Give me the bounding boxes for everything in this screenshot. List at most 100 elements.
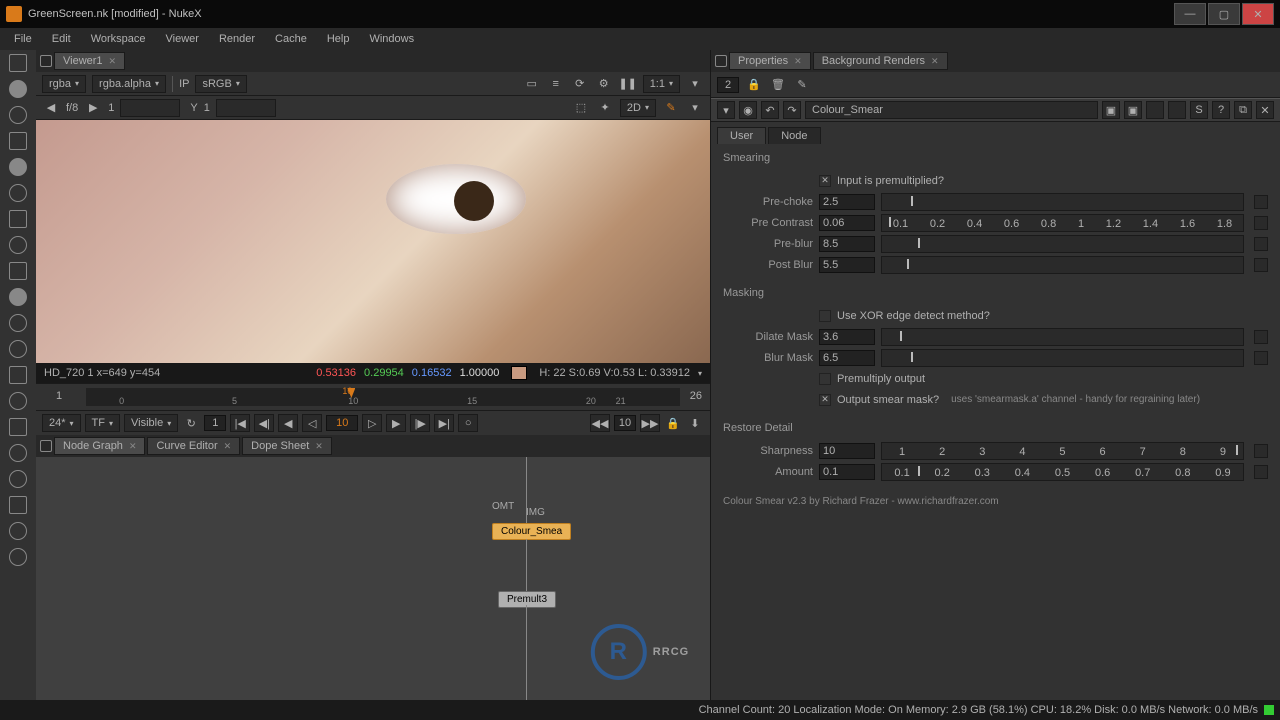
preblur-slider[interactable] [881, 235, 1244, 253]
preblur-value[interactable]: 8.5 [819, 236, 875, 252]
tool-icon[interactable] [9, 106, 27, 124]
tool-icon[interactable] [9, 444, 27, 462]
skip-back-button[interactable]: ◀◀ [590, 414, 610, 432]
channel-dropdown-1[interactable]: rgba▾ [42, 75, 86, 93]
sync-icon[interactable]: ↻ [182, 414, 200, 432]
outsmear-checkbox[interactable]: ✕ [819, 394, 831, 406]
curve-icon[interactable] [1254, 351, 1268, 365]
menu-edit[interactable]: Edit [42, 31, 81, 47]
pencil-icon[interactable]: ✎ [793, 76, 811, 94]
gain-slider[interactable] [120, 99, 180, 117]
inframe-field[interactable]: 1 [204, 415, 226, 431]
tab-node[interactable]: Node [768, 127, 820, 144]
tool-icon[interactable] [9, 80, 27, 98]
chevron-down-icon[interactable]: ▾ [686, 99, 704, 117]
tab-close-icon[interactable]: ✕ [794, 56, 802, 67]
tool-icon[interactable] [9, 392, 27, 410]
close-button[interactable]: ✕ [1242, 3, 1274, 25]
panel-menu-icon[interactable] [715, 55, 727, 67]
curve-icon[interactable] [1254, 258, 1268, 272]
center-icon[interactable]: ◉ [739, 101, 757, 119]
panel-icon[interactable]: ▣ [1102, 101, 1120, 119]
tab-properties[interactable]: Properties ✕ [729, 52, 811, 70]
node-colour-smear[interactable]: Colour_Smea [492, 523, 571, 540]
sharp-slider[interactable]: 123456789 [881, 442, 1244, 460]
postblur-value[interactable]: 5.5 [819, 257, 875, 273]
menu-workspace[interactable]: Workspace [81, 31, 156, 47]
timeline[interactable]: 1 0 5 10 15 20 21 10 26 [36, 383, 710, 411]
tf-dropdown[interactable]: TF▾ [85, 414, 120, 432]
viewer-icon[interactable]: ≡ [547, 75, 565, 93]
tab-node-graph[interactable]: Node Graph ✕ [54, 437, 145, 455]
tool-icon[interactable] [9, 314, 27, 332]
minimize-button[interactable]: — [1174, 3, 1206, 25]
help-icon[interactable]: ? [1212, 101, 1230, 119]
refresh-icon[interactable]: ⟳ [571, 75, 589, 93]
pause-icon[interactable]: ❚❚ [619, 75, 637, 93]
lock-icon[interactable]: 🔒 [745, 76, 763, 94]
menu-render[interactable]: Render [209, 31, 265, 47]
panel-menu-icon[interactable] [40, 55, 52, 67]
gear-icon[interactable]: ⚙ [595, 75, 613, 93]
tool-icon[interactable] [9, 418, 27, 436]
node-premult[interactable]: Premult3 [498, 591, 556, 608]
snapshot-icon[interactable]: S [1190, 101, 1208, 119]
tool-icon[interactable] [9, 236, 27, 254]
tool-icon[interactable] [9, 496, 27, 514]
step-back-button[interactable]: ◀| [254, 414, 274, 432]
step-field[interactable]: 10 [614, 415, 636, 431]
blurmask-slider[interactable] [881, 349, 1244, 367]
frame-fwd-button[interactable]: ▷ [362, 414, 382, 432]
lock-icon[interactable]: 🔒 [664, 414, 682, 432]
tool-icon[interactable] [9, 262, 27, 280]
viewer-tool-icon[interactable]: ✦ [596, 99, 614, 117]
tab-close-icon[interactable]: ✕ [315, 441, 323, 452]
tool-icon[interactable] [9, 54, 27, 72]
tool-icon[interactable] [9, 470, 27, 488]
tab-dope-sheet[interactable]: Dope Sheet ✕ [242, 437, 332, 455]
close-icon[interactable]: ✕ [1256, 101, 1274, 119]
menu-help[interactable]: Help [317, 31, 360, 47]
maximize-button[interactable]: ▢ [1208, 3, 1240, 25]
panel-icon[interactable] [1168, 101, 1186, 119]
loop-button[interactable]: ○ [458, 414, 478, 432]
menu-windows[interactable]: Windows [359, 31, 424, 47]
viewer-image[interactable] [36, 120, 710, 363]
amount-value[interactable]: 0.1 [819, 464, 875, 480]
redo-icon[interactable]: ↷ [783, 101, 801, 119]
mode-dropdown[interactable]: 2D▾ [620, 99, 656, 117]
gamma-slider[interactable] [216, 99, 276, 117]
tab-close-icon[interactable]: ✕ [109, 56, 117, 67]
panel-menu-icon[interactable] [40, 440, 52, 452]
curve-icon[interactable] [1254, 216, 1268, 230]
dilate-slider[interactable] [881, 328, 1244, 346]
play-back-button[interactable]: ◀ [278, 414, 298, 432]
dilate-value[interactable]: 3.6 [819, 329, 875, 345]
chevron-down-icon[interactable]: ▾ [686, 75, 704, 93]
step-fwd-button[interactable]: |▶ [410, 414, 430, 432]
node-name-field[interactable]: Colour_Smear [805, 101, 1098, 119]
tab-bg-renders[interactable]: Background Renders ✕ [813, 52, 948, 70]
curve-icon[interactable] [1254, 330, 1268, 344]
amount-slider[interactable]: 0.10.20.30.40.50.60.70.80.9 [881, 463, 1244, 481]
xor-checkbox[interactable] [819, 310, 831, 322]
curve-icon[interactable] [1254, 237, 1268, 251]
play-button[interactable]: ▶ [386, 414, 406, 432]
prechoke-slider[interactable] [881, 193, 1244, 211]
tool-icon[interactable] [9, 184, 27, 202]
curve-icon[interactable] [1254, 444, 1268, 458]
download-icon[interactable]: ⬇ [686, 414, 704, 432]
prechoke-value[interactable]: 2.5 [819, 194, 875, 210]
panel-icon[interactable] [1146, 101, 1164, 119]
node-graph[interactable]: OMT IMG Colour_Smea Premult3 [36, 457, 710, 700]
chevron-down-icon[interactable]: ▾ [717, 101, 735, 119]
precontrast-value[interactable]: 0.06 [819, 215, 875, 231]
panel-icon[interactable]: ▣ [1124, 101, 1142, 119]
colorspace-dropdown[interactable]: sRGB▾ [195, 75, 246, 93]
viewer-icon[interactable]: ▭ [523, 75, 541, 93]
visible-dropdown[interactable]: Visible▾ [124, 414, 178, 432]
tab-close-icon[interactable]: ✕ [224, 441, 232, 452]
tab-viewer1[interactable]: Viewer1 ✕ [54, 52, 125, 70]
tool-icon[interactable] [9, 132, 27, 150]
zoom-dropdown[interactable]: 1:1▾ [643, 75, 680, 93]
